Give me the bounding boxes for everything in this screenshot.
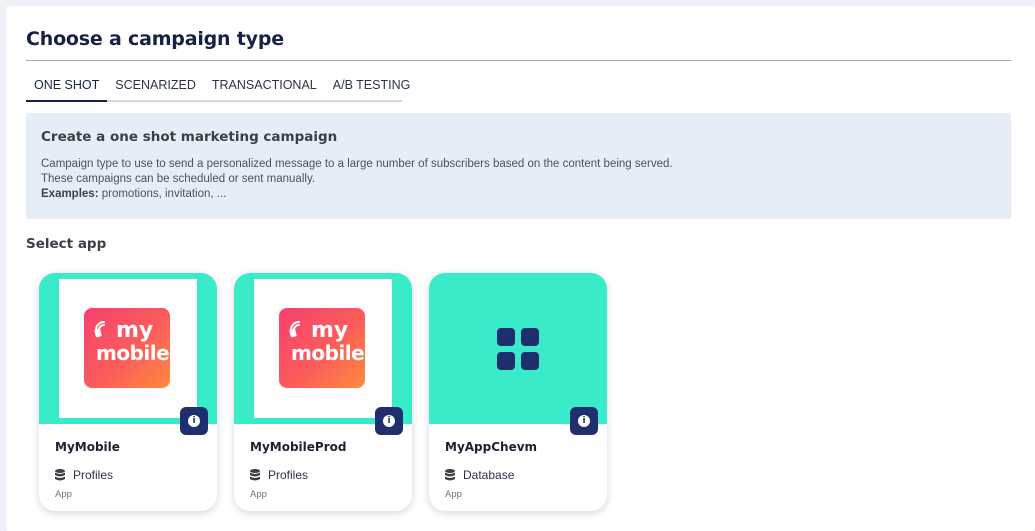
examples-label: Examples:	[41, 188, 99, 200]
app-source-label: Profiles	[268, 468, 309, 482]
app-card-mymobileprod[interactable]: my mobile i MyMobileProd Profiles App	[234, 273, 412, 511]
app-card-header: my mobile	[39, 273, 217, 424]
title-divider	[26, 60, 1011, 61]
campaign-description-box: Create a one shot marketing campaign Cam…	[26, 113, 1011, 219]
select-app-title: Select app	[26, 236, 107, 252]
app-name: MyMobileProd	[250, 440, 347, 454]
info-icon: i	[383, 415, 395, 427]
database-icon	[250, 469, 260, 481]
tab-one-shot[interactable]: ONE SHOT	[26, 74, 108, 102]
description-line-2: These campaigns can be scheduled or sent…	[41, 173, 316, 185]
tab-transactional[interactable]: TRANSACTIONAL	[204, 74, 325, 100]
campaign-type-tabs: ONE SHOT SCENARIZED TRANSACTIONAL A/B TE…	[26, 74, 410, 102]
database-icon	[445, 469, 455, 481]
app-card-header: my mobile	[234, 273, 412, 424]
signal-icon	[94, 321, 105, 338]
app-source-label: Database	[463, 468, 515, 482]
description-examples: Examples: promotions, invitation, ...	[41, 187, 996, 202]
app-name: MyAppChevm	[445, 440, 538, 454]
logo-text-bottom: mobile	[96, 341, 170, 365]
app-kind: App	[250, 489, 267, 500]
app-card-list: my mobile i MyMobile Profiles App my mob…	[39, 273, 607, 511]
campaign-type-panel: Choose a campaign type ONE SHOT SCENARIZ…	[6, 6, 1035, 531]
description-title: Create a one shot marketing campaign	[41, 129, 338, 145]
app-thumbnail: my mobile	[254, 279, 392, 418]
tab-ab-testing[interactable]: A/B TESTING	[325, 74, 419, 100]
app-source: Database	[445, 468, 514, 482]
page-title: Choose a campaign type	[26, 28, 284, 50]
database-icon	[55, 469, 65, 481]
info-icon: i	[188, 415, 200, 427]
app-info-button[interactable]: i	[180, 407, 208, 435]
app-card-myappchevm[interactable]: i MyAppChevm Database App	[429, 273, 607, 511]
logo-text-top: my	[311, 318, 349, 343]
logo-text-top: my	[116, 318, 154, 343]
app-info-button[interactable]: i	[570, 407, 598, 435]
mymobile-logo: my mobile	[84, 308, 170, 388]
app-card-header	[429, 273, 607, 424]
app-source-label: Profiles	[73, 468, 114, 482]
info-icon: i	[578, 415, 590, 427]
app-source: Profiles	[250, 468, 308, 482]
description-line-1: Campaign type to use to send a personali…	[41, 158, 673, 170]
app-card-mymobile[interactable]: my mobile i MyMobile Profiles App	[39, 273, 217, 511]
app-kind: App	[55, 489, 72, 500]
app-info-button[interactable]: i	[375, 407, 403, 435]
examples-text: promotions, invitation, ...	[98, 188, 227, 200]
app-source: Profiles	[55, 468, 113, 482]
signal-icon	[289, 321, 300, 338]
logo-text-bottom: mobile	[291, 341, 365, 365]
app-name: MyMobile	[55, 440, 120, 454]
app-thumbnail: my mobile	[59, 279, 197, 418]
tab-scenarized[interactable]: SCENARIZED	[107, 74, 204, 100]
grid-icon	[497, 328, 539, 370]
mymobile-logo: my mobile	[279, 308, 365, 388]
app-kind: App	[445, 489, 462, 500]
